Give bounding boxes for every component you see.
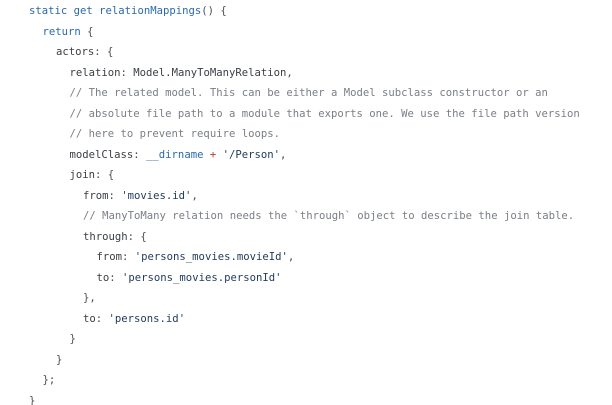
code-token-plain: to <box>83 312 96 325</box>
code-token-str: 'persons_movies.personId' <box>122 271 282 284</box>
code-line: join: { <box>0 165 612 186</box>
code-token-punct: : { <box>95 169 115 181</box>
code-token-punct: : <box>122 251 135 263</box>
code-token-str: 'persons_movies.movieId' <box>134 251 288 263</box>
code-token-fn: relationMappings <box>99 5 202 17</box>
code-token-str: 'movies.id' <box>121 189 192 202</box>
code-token-punct: { <box>80 25 94 38</box>
code-token-punct: : <box>109 271 123 284</box>
code-line: // The related model. This can be either… <box>0 83 612 104</box>
code-view: static get relationMappings() {return {a… <box>0 0 612 405</box>
code-line: modelClass: __dirname + '/Person', <box>0 145 612 166</box>
code-token-plain: actors <box>56 46 95 58</box>
code-token-punct: , <box>286 66 293 79</box>
code-line: } <box>0 391 612 405</box>
code-token-op: + <box>203 148 223 161</box>
code-token-punct: , <box>287 251 295 263</box>
code-token-punct: : <box>120 66 134 79</box>
code-token-plain: modelClass <box>69 148 134 161</box>
code-line: // absolute file path to a module that e… <box>0 104 612 125</box>
code-line: static get relationMappings() { <box>0 1 612 22</box>
code-line: from: 'persons_movies.movieId', <box>0 247 612 268</box>
code-token-comment: // absolute file path to a module that e… <box>69 107 580 120</box>
code-token-plain: through <box>83 230 128 243</box>
code-token-punct: : <box>133 148 147 161</box>
code-token-plain: to <box>96 271 110 284</box>
code-token-plain: relation <box>69 66 121 79</box>
code-token-punct: () { <box>201 5 227 17</box>
code-line: actors: { <box>0 42 612 63</box>
code-token-punct: : <box>95 312 109 325</box>
code-line: relation: Model.ManyToManyRelation, <box>0 63 612 84</box>
code-token-punct: : { <box>127 230 147 243</box>
code-line: // ManyToMany relation needs the `throug… <box>0 206 612 227</box>
code-token-plain: from <box>83 189 109 202</box>
code-token-comment: // ManyToMany relation needs the `throug… <box>83 210 575 222</box>
code-line: to: 'persons.id' <box>0 309 612 330</box>
code-line: to: 'persons_movies.personId' <box>0 268 612 289</box>
code-token-punct: , <box>191 189 198 202</box>
code-line: through: { <box>0 227 612 248</box>
code-token-kw: return <box>42 25 81 38</box>
code-line: }, <box>0 288 612 309</box>
code-token-plain: join <box>69 169 96 181</box>
code-line: return { <box>0 22 612 43</box>
code-token-plain: from <box>96 251 123 263</box>
code-token-punct: } <box>29 394 36 405</box>
code-token-plain: Model.ManyToManyRelation <box>133 66 287 79</box>
code-token-comment: // The related model. This can be either… <box>69 87 548 99</box>
code-line: } <box>0 329 612 350</box>
code-line: } <box>0 350 612 371</box>
code-line: }; <box>0 370 612 391</box>
code-token-punct: : { <box>94 46 114 58</box>
code-token-punct: : <box>108 189 122 202</box>
code-token-str: '/Person' <box>222 148 280 161</box>
code-token-punct: , <box>280 148 287 161</box>
code-token-str: 'persons.id' <box>108 312 186 325</box>
code-token-punct: }, <box>83 292 96 304</box>
code-token-var: __dirname <box>146 148 204 161</box>
code-token-comment: // here to prevent require loops. <box>69 128 280 140</box>
code-token-punct: } <box>69 333 76 345</box>
code-token-punct: }; <box>42 374 56 386</box>
code-line: from: 'movies.id', <box>0 186 612 207</box>
code-token-punct: } <box>56 353 63 366</box>
code-token-kw: static get <box>29 5 100 17</box>
code-line: // here to prevent require loops. <box>0 124 612 145</box>
